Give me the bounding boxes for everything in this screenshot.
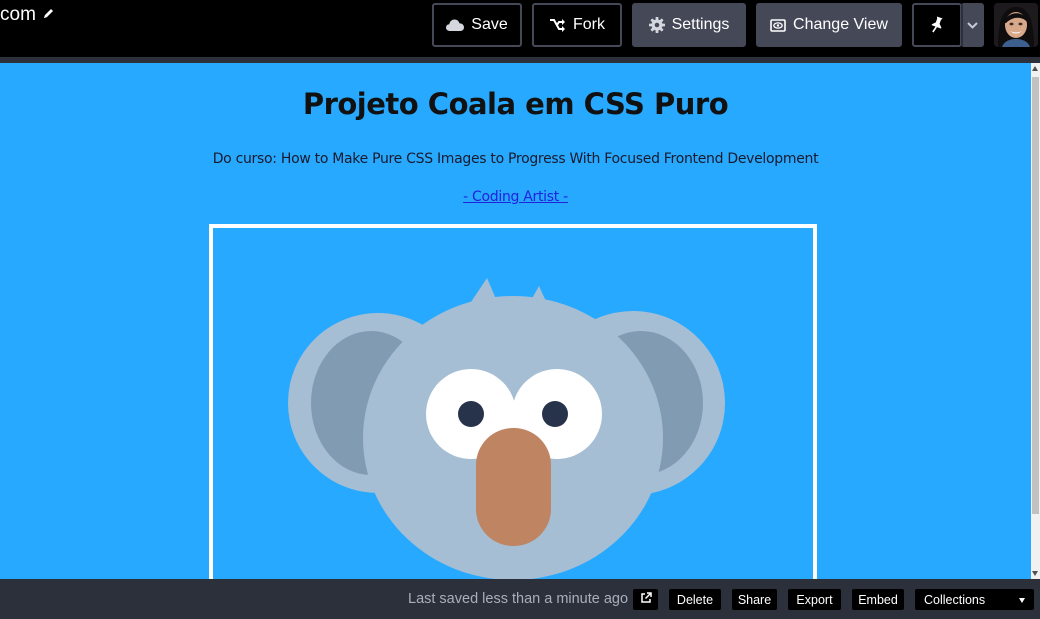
external-link-icon [640,592,652,607]
editor-footer: Last saved less than a minute ago Delete… [0,579,1040,619]
koala-pupil-right [542,401,568,427]
pin-button[interactable] [912,3,962,47]
saved-status: Last saved less than a minute ago [408,591,629,607]
koala-illustration [288,278,725,579]
scrollbar-thumb[interactable] [1032,77,1039,514]
author-link[interactable]: - Coding Artist - [463,189,568,205]
editor-header: com Save Fork Settings Change View [0,0,1040,57]
scroll-down-arrow[interactable] [1032,571,1038,576]
pencil-icon[interactable] [42,7,55,23]
fork-icon [549,18,566,32]
eye-icon [770,18,786,32]
change-view-label: Change View [793,16,888,33]
embed-button[interactable]: Embed [852,589,904,610]
fork-button[interactable]: Fork [532,3,622,47]
share-button[interactable]: Share [732,589,777,610]
author-line: - Coding Artist - [0,189,1031,205]
collections-label: Collections [924,592,986,607]
delete-button[interactable]: Delete [669,589,721,610]
pin-icon [929,16,945,34]
cloud-icon [446,19,465,31]
settings-button[interactable]: Settings [632,3,746,47]
koala-pupil-left [458,401,484,427]
pen-title[interactable]: com [0,4,55,26]
save-button[interactable]: Save [432,3,522,47]
pin-dropdown-button[interactable] [961,3,984,47]
settings-label: Settings [671,16,730,33]
preview-pane: Projeto Coala em CSS Puro Do curso: How … [0,63,1031,579]
change-view-button[interactable]: Change View [756,3,902,47]
collections-dropdown[interactable]: Collections [915,589,1034,610]
scroll-up-arrow[interactable] [1032,66,1038,71]
course-text: Do curso: How to Make Pure CSS Images to… [212,151,819,167]
fork-label: Fork [573,16,605,33]
chevron-down-icon [967,21,978,29]
export-button[interactable]: Export [788,589,841,610]
chevron-down-icon [1019,598,1025,603]
gear-icon [648,17,665,33]
preview-scrollbar[interactable] [1031,63,1040,579]
avatar[interactable] [994,3,1038,47]
koala-frame [209,224,817,579]
open-external-button[interactable] [633,589,658,610]
page-title: Projeto Coala em CSS Puro [302,87,729,121]
koala-nose [476,428,551,546]
save-label: Save [471,16,508,33]
pen-title-text[interactable]: com [0,4,36,26]
